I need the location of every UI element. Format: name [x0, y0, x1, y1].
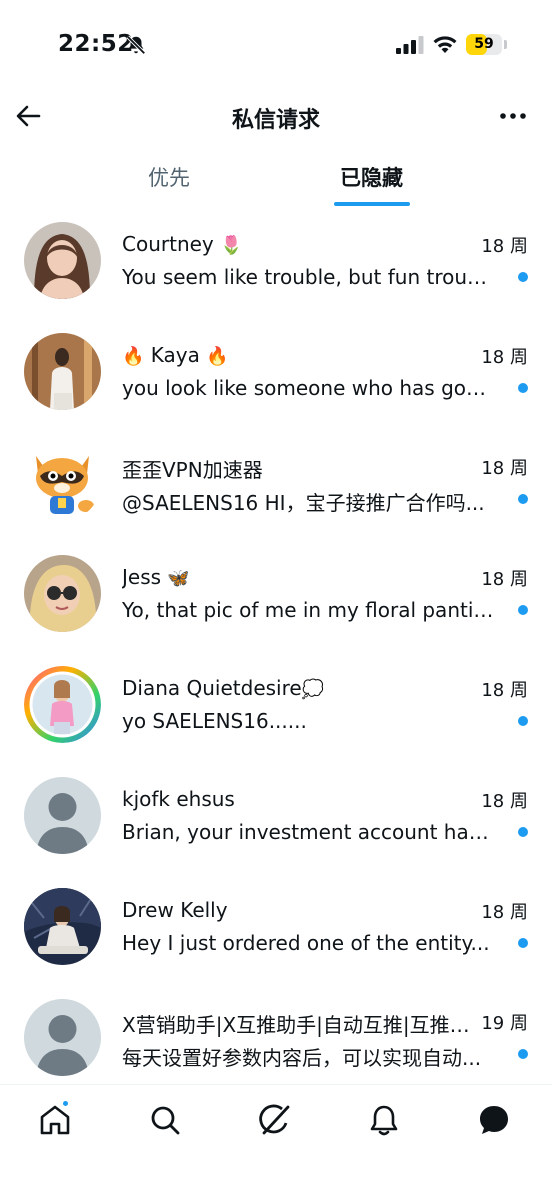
avatar: [24, 333, 101, 410]
messages-icon[interactable]: [477, 1103, 511, 1137]
ellipsis-icon[interactable]: [498, 102, 528, 130]
tab-priority[interactable]: 优先: [148, 162, 190, 192]
tab-bar: 优先 已隐藏: [0, 152, 552, 208]
unread-dot: [518, 716, 528, 726]
unread-dot: [518, 938, 528, 948]
list-item[interactable]: kjofk ehsus 18 周 Brian, your investment …: [0, 763, 552, 874]
grok-icon[interactable]: [258, 1103, 292, 1137]
sender-name: Drew Kelly: [122, 898, 228, 922]
notifications-icon[interactable]: [367, 1103, 401, 1137]
message-preview: 每天设置好参数内容后，可以实现自动...: [122, 1046, 482, 1070]
message-preview: Hey I just ordered one of the entity...: [122, 931, 490, 955]
status-bar: 22:52 59: [0, 0, 552, 90]
list-item[interactable]: Drew Kelly 18 周 Hey I just ordered one o…: [0, 874, 552, 985]
message-time: 18 周: [481, 569, 528, 590]
message-time: 18 周: [481, 680, 528, 701]
sender-name: X营销助手|X互推助手|自动互推|互推助手: [122, 1013, 472, 1037]
message-time: 19 周: [481, 1013, 528, 1034]
unread-dot: [518, 1049, 528, 1059]
bell-slash-icon: [126, 35, 146, 55]
tab-hidden[interactable]: 已隐藏: [340, 162, 403, 192]
list-item[interactable]: 🔥 Kaya 🔥 18 周 you look like someone who …: [0, 319, 552, 430]
message-preview: Brian, your investment account has been.…: [122, 820, 494, 844]
default-avatar-icon: [24, 999, 101, 1076]
avatar: [24, 666, 101, 743]
battery-level: 59: [474, 36, 494, 52]
thought-bubble-icon: 💭: [301, 679, 325, 700]
list-item[interactable]: Courtney 🌷 18 周 You seem like trouble, b…: [0, 208, 552, 319]
raccoon-mascot-icon: [24, 444, 101, 521]
header: 私信请求: [0, 90, 552, 144]
message-time: 18 周: [481, 791, 528, 812]
search-icon[interactable]: [148, 1103, 182, 1137]
unread-dot: [518, 383, 528, 393]
butterfly-icon: 🦋: [167, 568, 190, 589]
sender-name: Jess 🦋: [122, 565, 190, 589]
message-preview: You seem like trouble, but fun trouble..…: [122, 265, 494, 289]
sender-name: Courtney 🌷: [122, 232, 243, 256]
signal-icon: [396, 36, 424, 54]
sender-name: 歪歪VPN加速器: [122, 458, 263, 482]
fire-icon: 🔥: [206, 346, 229, 367]
message-preview: Yo, that pic of me in my floral panties.…: [122, 598, 494, 622]
sender-name: Diana Quietdesire💭: [122, 676, 325, 700]
message-request-list: Courtney 🌷 18 周 You seem like trouble, b…: [0, 208, 552, 1084]
page-title: 私信请求: [231, 108, 320, 133]
avatar: [24, 222, 101, 299]
unread-dot: [518, 605, 528, 615]
message-preview: @SAELENS16 HI，宝子接推广合作吗...: [122, 491, 485, 515]
avatar: [24, 444, 101, 521]
fire-icon: 🔥: [122, 346, 145, 367]
bottom-navigation: [0, 1084, 552, 1200]
message-time: 18 周: [481, 458, 528, 479]
list-item[interactable]: Jess 🦋 18 周 Yo, that pic of me in my flo…: [0, 541, 552, 652]
default-avatar-icon: [24, 777, 101, 854]
unread-dot: [518, 827, 528, 837]
list-item[interactable]: 歪歪VPN加速器 18 周 @SAELENS16 HI，宝子接推广合作吗...: [0, 430, 552, 541]
message-time: 18 周: [481, 236, 528, 257]
unread-dot: [518, 494, 528, 504]
home-icon[interactable]: [38, 1103, 72, 1137]
avatar: [24, 555, 101, 632]
tulip-icon: 🌷: [220, 235, 243, 256]
message-time: 18 周: [481, 347, 528, 368]
battery-tip: [504, 40, 507, 49]
status-time: 22:52: [58, 31, 134, 57]
list-item[interactable]: X营销助手|X互推助手|自动互推|互推助手 19 周 每天设置好参数内容后，可以…: [0, 985, 552, 1084]
avatar: [24, 888, 101, 965]
message-preview: yo SAELENS16......: [122, 709, 307, 733]
sender-name: 🔥 Kaya 🔥: [122, 343, 229, 367]
message-preview: you look like someone who has good taste…: [122, 376, 494, 400]
active-tab-indicator: [334, 202, 410, 206]
sender-name: kjofk ehsus: [122, 787, 235, 811]
list-item[interactable]: Diana Quietdesire💭 18 周 yo SAELENS16....…: [0, 652, 552, 763]
unread-dot: [518, 272, 528, 282]
message-time: 18 周: [481, 902, 528, 923]
battery-icon: 59: [466, 34, 502, 55]
home-notification-badge: [61, 1099, 70, 1108]
wifi-icon: [433, 36, 457, 53]
